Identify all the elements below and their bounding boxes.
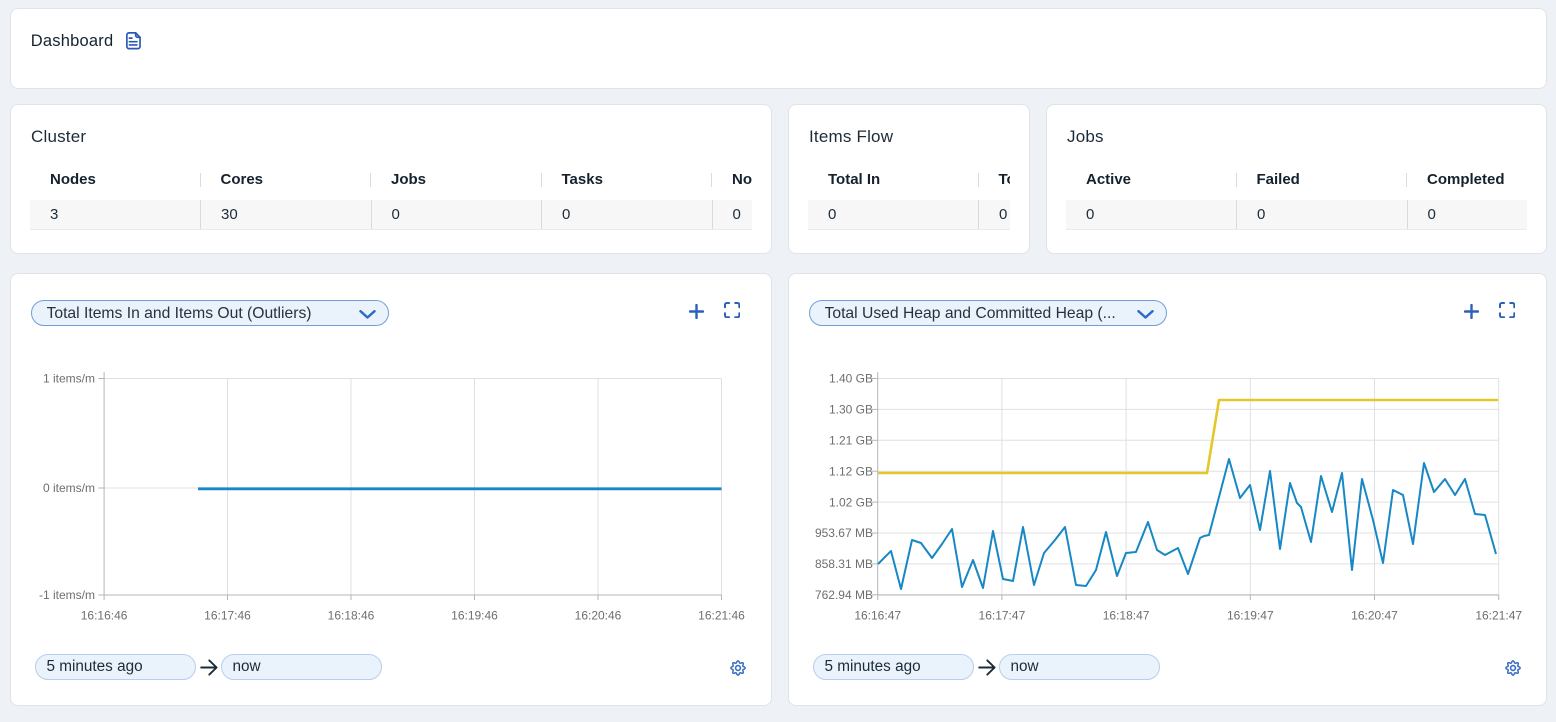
svg-text:1.02 GB: 1.02 GB xyxy=(829,495,873,509)
svg-text:16:19:47: 16:19:47 xyxy=(1227,608,1274,622)
svg-text:1 items/m: 1 items/m xyxy=(43,372,95,386)
svg-text:1.30 GB: 1.30 GB xyxy=(829,403,873,417)
svg-text:1.40 GB: 1.40 GB xyxy=(829,372,873,386)
svg-text:16:18:46: 16:18:46 xyxy=(328,608,375,622)
svg-text:16:16:47: 16:16:47 xyxy=(854,608,901,622)
svg-text:16:17:47: 16:17:47 xyxy=(979,608,1026,622)
svg-text:858.31 MB: 858.31 MB xyxy=(815,557,873,571)
svg-text:953.67 MB: 953.67 MB xyxy=(815,526,873,540)
svg-text:16:17:46: 16:17:46 xyxy=(204,608,251,622)
svg-text:16:18:47: 16:18:47 xyxy=(1103,608,1150,622)
svg-text:0 items/m: 0 items/m xyxy=(43,481,95,495)
svg-text:16:21:46: 16:21:46 xyxy=(698,608,745,622)
svg-text:1.21 GB: 1.21 GB xyxy=(829,434,873,448)
svg-text:16:20:46: 16:20:46 xyxy=(575,608,622,622)
svg-text:762.94 MB: 762.94 MB xyxy=(815,588,873,602)
svg-text:-1 items/m: -1 items/m xyxy=(39,588,95,602)
svg-text:16:19:46: 16:19:46 xyxy=(451,608,498,622)
svg-text:1.12 GB: 1.12 GB xyxy=(829,464,873,478)
svg-text:16:20:47: 16:20:47 xyxy=(1351,608,1398,622)
svg-text:16:21:47: 16:21:47 xyxy=(1475,608,1522,622)
svg-text:16:16:46: 16:16:46 xyxy=(81,608,128,622)
